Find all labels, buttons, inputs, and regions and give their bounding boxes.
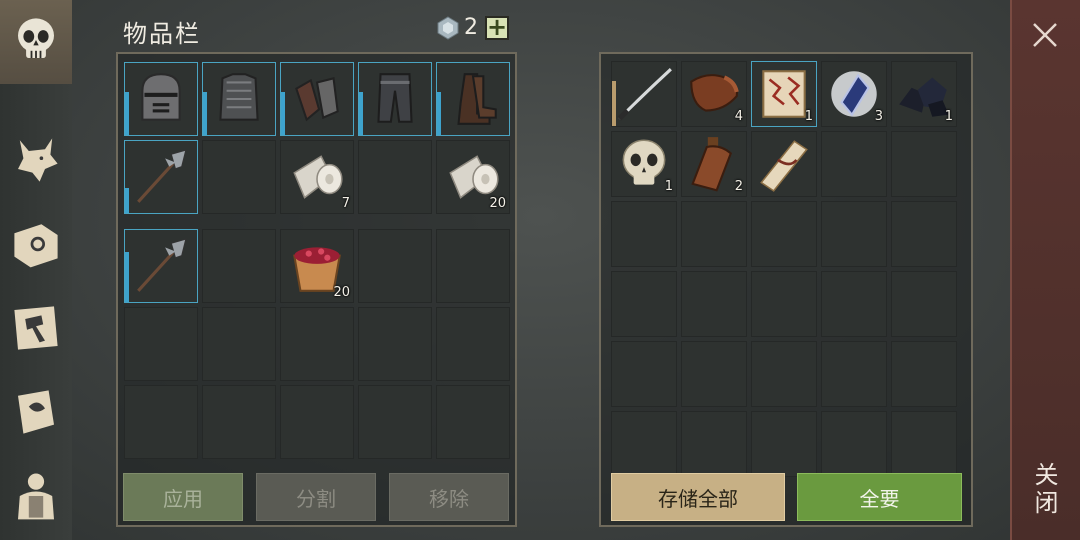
item-count: 1	[944, 109, 953, 124]
item-count: 7	[341, 196, 350, 211]
item-slot[interactable]	[611, 61, 677, 127]
item-slot[interactable]: 2	[681, 131, 747, 197]
apply-button[interactable]: 应用	[123, 473, 243, 521]
item-count: 1	[664, 179, 673, 194]
empty-slot[interactable]	[891, 201, 957, 267]
item-slot[interactable]	[358, 62, 432, 136]
item-slot[interactable]: 1	[891, 61, 957, 127]
empty-slot[interactable]	[681, 341, 747, 407]
empty-slot[interactable]	[821, 271, 887, 337]
item-slot[interactable]: 3	[821, 61, 887, 127]
take-all-button[interactable]: 全要	[797, 473, 962, 521]
gem-count: 2	[464, 15, 478, 40]
empty-slot[interactable]	[202, 229, 276, 303]
item-slot[interactable]: 20	[280, 229, 354, 303]
empty-slot[interactable]	[821, 201, 887, 267]
item-slot[interactable]: 7	[280, 140, 354, 214]
empty-slot[interactable]	[202, 385, 276, 459]
empty-slot[interactable]	[891, 341, 957, 407]
empty-slot[interactable]	[358, 385, 432, 459]
item-count: 20	[333, 285, 350, 300]
sun-book-icon[interactable]	[6, 214, 66, 274]
item-count: 3	[874, 109, 883, 124]
item-count: 4	[734, 109, 743, 124]
empty-slot[interactable]	[436, 385, 510, 459]
remove-button[interactable]: 移除	[389, 473, 509, 521]
container-grid: 4 1 3 1 1 2	[611, 61, 957, 477]
empty-slot[interactable]	[358, 229, 432, 303]
empty-slot[interactable]	[436, 307, 510, 381]
crafting-hammer-icon[interactable]	[6, 298, 66, 358]
empty-slot[interactable]	[891, 411, 957, 477]
empty-slot[interactable]	[751, 341, 817, 407]
store-all-button[interactable]: 存储全部	[611, 473, 785, 521]
gem-currency-icon	[437, 16, 459, 40]
inventory-grid: 7 20	[124, 62, 510, 214]
inventory-title: 物品栏	[123, 20, 201, 48]
item-slot[interactable]	[124, 229, 198, 303]
close-label[interactable]: 关闭	[1030, 462, 1062, 518]
item-slot[interactable]	[124, 62, 198, 136]
character-icon[interactable]	[6, 466, 66, 526]
empty-slot[interactable]	[821, 131, 887, 197]
empty-slot[interactable]	[280, 385, 354, 459]
empty-slot[interactable]	[891, 271, 957, 337]
item-slot[interactable]	[751, 131, 817, 197]
empty-slot[interactable]	[821, 341, 887, 407]
empty-slot[interactable]	[821, 411, 887, 477]
empty-slot[interactable]	[681, 201, 747, 267]
item-count: 2	[734, 179, 743, 194]
empty-slot[interactable]	[280, 307, 354, 381]
close-icon[interactable]	[1028, 18, 1062, 52]
empty-slot[interactable]	[611, 201, 677, 267]
bag-grid: 20	[124, 229, 510, 459]
empty-slot[interactable]	[751, 271, 817, 337]
split-button[interactable]: 分割	[256, 473, 376, 521]
add-gems-button[interactable]: +	[485, 15, 509, 40]
empty-slot[interactable]	[202, 140, 276, 214]
item-count: 1	[804, 109, 813, 124]
item-slot[interactable]: 20	[436, 140, 510, 214]
skull-menu-icon[interactable]	[6, 10, 66, 70]
empty-slot[interactable]	[891, 131, 957, 197]
item-slot[interactable]	[124, 140, 198, 214]
wolf-icon[interactable]	[6, 130, 66, 190]
empty-slot[interactable]	[358, 307, 432, 381]
item-count: 20	[489, 196, 506, 211]
empty-slot[interactable]	[681, 271, 747, 337]
sidebar	[0, 0, 72, 540]
item-slot[interactable]: 1	[751, 61, 817, 127]
item-slot[interactable]	[436, 62, 510, 136]
item-slot[interactable]	[280, 62, 354, 136]
empty-slot[interactable]	[751, 201, 817, 267]
empty-slot[interactable]	[681, 411, 747, 477]
empty-slot[interactable]	[124, 307, 198, 381]
empty-slot[interactable]	[202, 307, 276, 381]
close-panel[interactable]	[1010, 0, 1080, 540]
empty-slot[interactable]	[751, 411, 817, 477]
empty-slot[interactable]	[358, 140, 432, 214]
quest-scroll-icon[interactable]	[6, 382, 66, 442]
empty-slot[interactable]	[611, 271, 677, 337]
item-slot[interactable]: 1	[611, 131, 677, 197]
item-slot[interactable]: 4	[681, 61, 747, 127]
empty-slot[interactable]	[436, 229, 510, 303]
item-slot[interactable]	[202, 62, 276, 136]
empty-slot[interactable]	[124, 385, 198, 459]
empty-slot[interactable]	[611, 341, 677, 407]
empty-slot[interactable]	[611, 411, 677, 477]
